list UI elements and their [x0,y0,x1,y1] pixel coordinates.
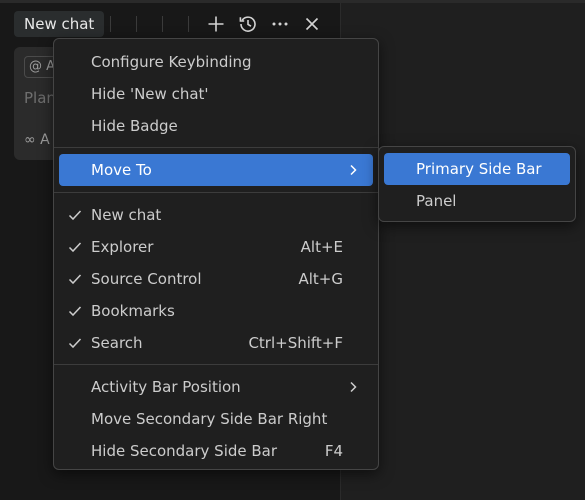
tab-divider [110,16,111,32]
menu-item-hide-secondary-side-bar[interactable]: Hide Secondary Side Bar F4 [59,435,373,467]
composer-placeholder: Plan [24,89,54,107]
submenu-item-label: Primary Side Bar [416,160,542,178]
menu-separator [54,147,378,148]
menu-item-shortcut: Alt+G [298,270,343,288]
check-icon [68,274,82,285]
menu-item-label: Hide Secondary Side Bar [91,442,278,460]
close-panel-button[interactable] [300,10,324,38]
menu-item-label: Move Secondary Side Bar Right [91,410,328,428]
menu-item-label: Bookmarks [91,302,175,320]
menu-item-hide-badge[interactable]: Hide Badge [59,110,373,142]
menu-item-shortcut: Ctrl+Shift+F [248,334,343,352]
check-icon [68,210,82,221]
menu-item-label: Activity Bar Position [91,378,241,396]
chevron-right-icon [350,164,357,176]
more-actions-button[interactable] [268,10,292,38]
title-strip [0,0,585,3]
history-button[interactable] [236,10,260,38]
history-icon [239,16,256,32]
close-icon [305,17,319,31]
menu-item-label: Move To [91,161,152,179]
menu-item-move-to[interactable]: Move To [59,154,373,186]
context-menu: Configure Keybinding Hide 'New chat' Hid… [53,38,379,470]
menu-item-label: New chat [91,206,162,224]
menu-item-label: Search [91,334,143,352]
menu-item-activity-bar-position[interactable]: Activity Bar Position [59,371,373,403]
menu-item-move-secondary-side-bar-right[interactable]: Move Secondary Side Bar Right [59,403,373,435]
new-chat-button[interactable] [204,10,228,38]
menu-item-hide-new-chat[interactable]: Hide 'New chat' [59,78,373,110]
menu-item-source-control[interactable]: Source Control Alt+G [59,263,373,295]
submenu-item-label: Panel [416,192,457,210]
more-icon [272,22,288,26]
tab-divider [162,16,163,32]
move-to-submenu: Primary Side Bar Panel [378,146,576,222]
chevron-right-icon [350,381,357,393]
menu-item-shortcut: F4 [324,442,343,460]
check-icon [68,242,82,253]
tab-divider [136,16,137,32]
menu-item-search[interactable]: Search Ctrl+Shift+F [59,327,373,359]
tab-divider [188,16,189,32]
menu-item-configure-keybinding[interactable]: Configure Keybinding [59,46,373,78]
menu-item-label: Explorer [91,238,154,256]
submenu-item-primary-side-bar[interactable]: Primary Side Bar [384,153,570,185]
check-icon [68,338,82,349]
menu-item-shortcut: Alt+E [300,238,343,256]
menu-item-label: Hide 'New chat' [91,85,209,103]
menu-item-label: Hide Badge [91,117,178,135]
menu-separator [54,364,378,365]
submenu-item-panel[interactable]: Panel [384,185,570,217]
tab-new-chat[interactable]: New chat [14,11,105,37]
check-icon [68,306,82,317]
menu-item-bookmarks[interactable]: Bookmarks [59,295,373,327]
menu-separator [54,192,378,193]
plus-icon [208,16,224,32]
menu-item-explorer[interactable]: Explorer Alt+E [59,231,373,263]
menu-item-label: Source Control [91,270,202,288]
menu-item-label: Configure Keybinding [91,53,252,71]
menu-item-new-chat[interactable]: New chat [59,199,373,231]
